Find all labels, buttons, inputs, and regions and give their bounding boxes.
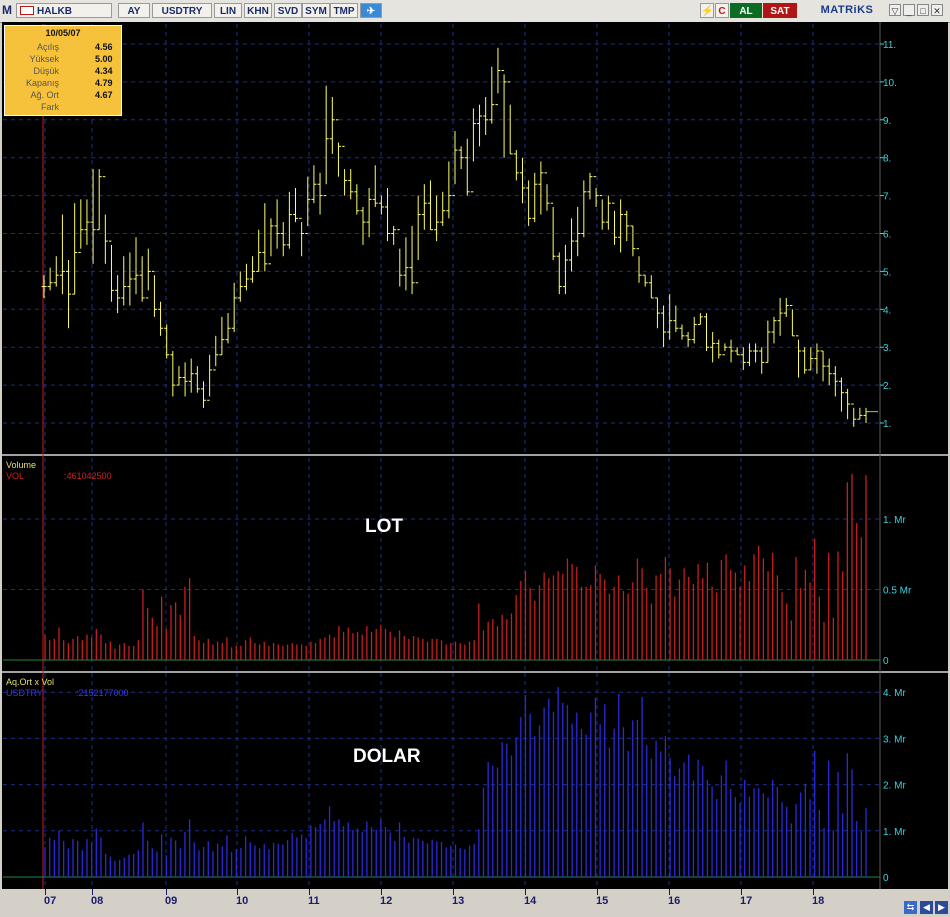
tmp-button[interactable]: TMP — [330, 3, 358, 18]
dollar-series-label: USDTRY — [6, 688, 43, 698]
x-tick-label: 13 — [452, 895, 465, 907]
close-icon[interactable]: ✕ — [931, 4, 943, 16]
khn-button[interactable]: KHN — [244, 3, 272, 18]
x-tick-label: 07 — [44, 895, 57, 907]
price-y-tick-label: 11. — [883, 40, 896, 51]
price-y-tick-label: 8. — [883, 154, 891, 165]
volume-title: Volume — [6, 460, 37, 470]
price-y-tick-label: 3. — [883, 343, 891, 354]
volume-y-tick-label: 1. Mr — [883, 515, 906, 526]
info-row-close: Kapanış 4.79 — [5, 77, 123, 89]
dollar-overlay-label: DOLAR — [353, 746, 421, 767]
info-row-diff: Fark — [5, 101, 123, 113]
price-y-tick-label: 5. — [883, 267, 891, 278]
x-tick-mark — [669, 889, 670, 895]
volume-y-tick-label: 0 — [883, 656, 889, 667]
symbol-label: HALKB — [37, 6, 72, 17]
volume-series-label: VOL — [6, 471, 25, 481]
x-tick-label: 18 — [812, 895, 825, 907]
buy-button[interactable]: AL — [730, 3, 762, 18]
scroll-icon[interactable]: ⇆ — [904, 901, 917, 914]
info-label: Düşük — [33, 66, 59, 76]
currency-button[interactable]: USDTRY — [152, 3, 212, 18]
x-tick-mark — [92, 889, 93, 895]
minimize-icon[interactable]: _ — [903, 4, 915, 16]
dollar-series-value: :2152177000 — [76, 688, 129, 698]
linear-button[interactable]: LIN — [214, 3, 242, 18]
info-value: 4.56 — [95, 42, 113, 52]
x-tick-mark — [453, 889, 454, 895]
info-row-high: Yüksek 5.00 — [5, 53, 123, 65]
info-value: 4.79 — [95, 78, 113, 88]
dollar-title: Aq.Ort x Vol — [6, 677, 55, 687]
x-tick-label: 16 — [668, 895, 681, 907]
x-tick-mark — [813, 889, 814, 895]
info-row-low: Düşük 4.34 — [5, 65, 123, 77]
info-label: Ağ. Ort — [30, 90, 59, 100]
symbol-selector[interactable]: HALKB — [16, 3, 112, 18]
dollar-y-tick-label: 3. Mr — [883, 734, 906, 745]
x-tick-mark — [166, 889, 167, 895]
info-box: 10/05/07 Açılış 4.56 Yüksek 5.00 Düşük 4… — [4, 25, 122, 116]
svd-button[interactable]: SVD — [274, 3, 302, 18]
chart-area[interactable]: 1. 2. 3. 4. 5. 6. 7. 8. 9. 10. 11. 0 0.5 Mr 1. Mr 0 1. … — [0, 22, 950, 889]
x-tick-label: 08 — [91, 895, 104, 907]
info-row-avg: Ağ. Ort 4.67 — [5, 89, 123, 101]
price-y-tick-label: 6. — [883, 230, 891, 241]
refresh-icon[interactable]: C — [715, 3, 729, 18]
info-value: 4.67 — [95, 90, 113, 100]
x-tick-label: 09 — [165, 895, 178, 907]
maximize-icon[interactable]: □ — [917, 4, 929, 16]
dollar-y-tick-label: 1. Mr — [883, 827, 906, 838]
x-tick-label: 14 — [524, 895, 537, 907]
info-row-open: Açılış 4.56 — [5, 41, 123, 53]
volume-overlay-label: LOT — [365, 516, 403, 537]
dollar-y-tick-label: 2. Mr — [883, 781, 906, 792]
x-tick-label: 10 — [236, 895, 249, 907]
x-tick-label: 11 — [308, 895, 320, 907]
volume-series-value: :461042500 — [64, 471, 112, 481]
x-tick-mark — [525, 889, 526, 895]
price-y-tick-label: 7. — [883, 192, 891, 203]
dropdown-icon[interactable]: ▽ — [889, 4, 901, 16]
x-tick-mark — [237, 889, 238, 895]
price-y-tick-label: 10. — [883, 78, 897, 89]
x-tick-mark — [741, 889, 742, 895]
sell-button[interactable]: SAT — [763, 3, 797, 18]
info-label: Fark — [41, 102, 59, 112]
price-y-tick-label: 1. — [883, 419, 891, 430]
price-y-tick-label: 4. — [883, 305, 891, 316]
price-y-tick-label: 9. — [883, 116, 891, 127]
brand-logo: MATRiKS — [820, 4, 874, 16]
sym-button[interactable]: SYM — [302, 3, 330, 18]
info-label: Kapanış — [25, 78, 59, 88]
info-label: Açılış — [36, 42, 59, 52]
info-date: 10/05/07 — [45, 28, 81, 38]
x-tick-mark — [597, 889, 598, 895]
toolbar: M HALKB AY USDTRY LIN KHN SVD SYM TMP ✈ … — [0, 0, 950, 23]
period-button[interactable]: AY — [118, 3, 150, 18]
info-value: 4.34 — [95, 66, 113, 76]
app-logo: M — [2, 3, 12, 17]
price-y-tick-label: 2. — [883, 381, 891, 392]
info-value: 5.00 — [95, 54, 113, 64]
x-tick-mark — [45, 889, 46, 895]
dollar-y-tick-label: 4. Mr — [883, 688, 906, 699]
dollar-y-tick-label: 0 — [883, 873, 889, 884]
x-tick-label: 17 — [740, 895, 753, 907]
volume-y-tick-label: 0.5 Mr — [883, 586, 912, 597]
x-tick-label: 15 — [596, 895, 609, 907]
x-axis-strip — [0, 889, 950, 917]
x-tick-mark — [381, 889, 382, 895]
info-label: Yüksek — [29, 54, 59, 64]
twitter-icon[interactable]: ✈ — [360, 3, 382, 18]
x-tick-mark — [309, 889, 310, 895]
lightning-icon[interactable]: ⚡ — [700, 3, 714, 18]
scroll-right-icon[interactable]: ▶ — [935, 901, 948, 914]
scroll-left-icon[interactable]: ◀ — [920, 901, 933, 914]
x-tick-label: 12 — [380, 895, 393, 907]
chart-type-icon — [20, 6, 34, 15]
